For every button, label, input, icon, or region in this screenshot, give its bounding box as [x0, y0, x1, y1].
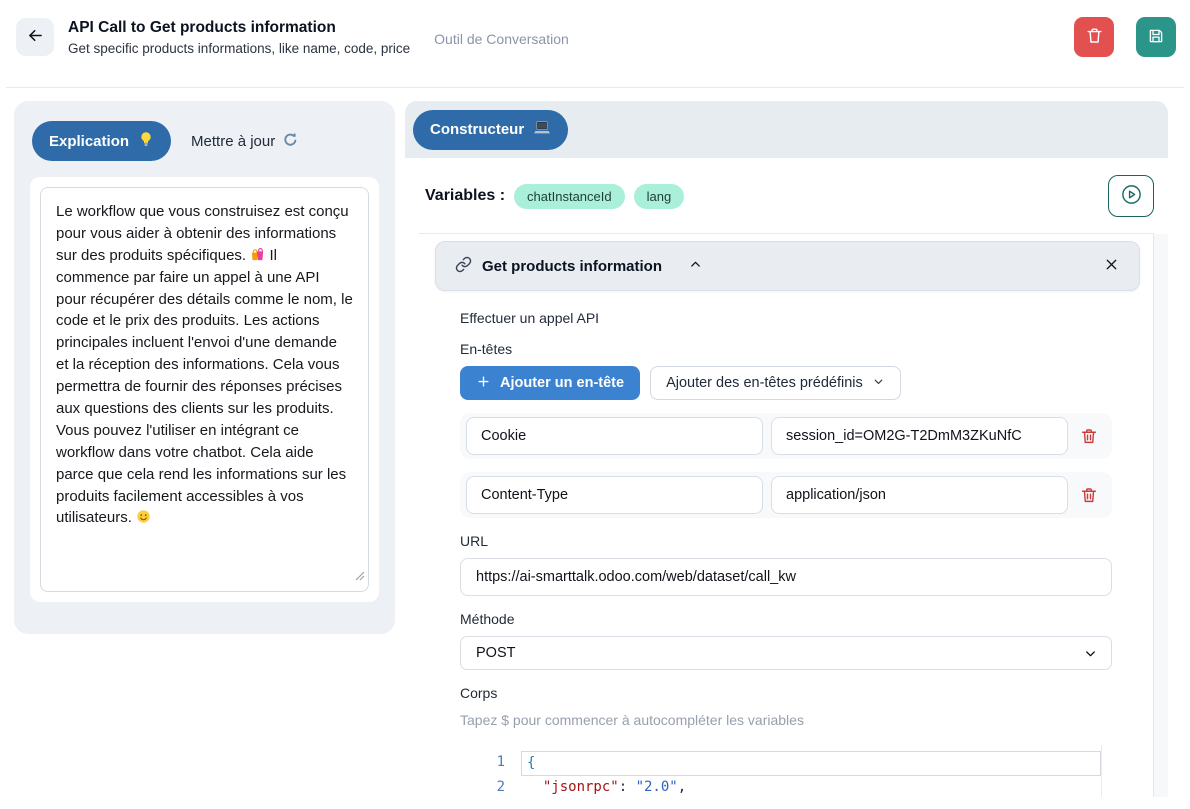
- run-workflow-button[interactable]: [1108, 175, 1154, 217]
- url-label: URL: [460, 533, 1112, 549]
- laptop-icon: [533, 119, 551, 141]
- refresh-icon: [282, 131, 299, 152]
- delete-tool-button[interactable]: [1074, 17, 1114, 57]
- explication-panel: Explication Mettre à jour Le workflow qu…: [14, 101, 395, 634]
- method-select[interactable]: POST: [460, 636, 1112, 670]
- update-link[interactable]: Mettre à jour: [191, 131, 299, 152]
- header-value-input[interactable]: [771, 476, 1068, 514]
- close-icon: [1103, 256, 1120, 276]
- page-subtitle: Get specific products informations, like…: [68, 41, 410, 56]
- title-block: API Call to Get products information Get…: [68, 19, 410, 56]
- header-row: [460, 472, 1112, 518]
- method-label: Méthode: [460, 611, 1112, 627]
- top-header: API Call to Get products information Get…: [16, 8, 1176, 66]
- chevron-down-icon: [872, 375, 885, 392]
- panel-scrollbar-track[interactable]: [1153, 234, 1168, 797]
- explanation-card: Le workflow que vous construisez est con…: [30, 177, 379, 602]
- collapse-button[interactable]: [688, 257, 703, 275]
- code-line: 1{: [460, 751, 1101, 776]
- trash-icon: [1085, 26, 1104, 48]
- code-line-content[interactable]: {: [521, 751, 1101, 776]
- line-number: 1: [460, 751, 505, 776]
- context-label: Outil de Conversation: [434, 27, 569, 47]
- headers-label: En-têtes: [460, 341, 1112, 357]
- variables-divider: [419, 233, 1154, 234]
- save-icon: [1147, 27, 1165, 48]
- add-predefined-headers-button[interactable]: Ajouter des en-têtes prédéfinis: [650, 366, 901, 400]
- tab-explication-label: Explication: [49, 133, 129, 150]
- page-title: API Call to Get products information: [68, 19, 410, 37]
- delete-header-button[interactable]: [1076, 486, 1102, 504]
- variables-list: chatInstanceId lang: [514, 184, 684, 209]
- header-value-input[interactable]: [771, 417, 1068, 455]
- delete-header-button[interactable]: [1076, 427, 1102, 445]
- block-title: Get products information: [482, 258, 662, 275]
- main-layout: Explication Mettre à jour Le workflow qu…: [0, 88, 1190, 797]
- line-number: 2: [460, 776, 505, 797]
- link-icon: [455, 256, 472, 276]
- body-hint: Tapez $ pour commencer à autocompléter l…: [460, 712, 1112, 728]
- code-line: 2 "jsonrpc": "2.0",: [460, 776, 1101, 797]
- variable-chip[interactable]: chatInstanceId: [514, 184, 625, 209]
- url-input[interactable]: [460, 558, 1112, 596]
- update-link-label: Mettre à jour: [191, 133, 275, 150]
- variable-chip[interactable]: lang: [634, 184, 685, 209]
- remove-block-button[interactable]: [1103, 256, 1120, 276]
- headers-buttons-row: Ajouter un en-tête Ajouter des en-têtes …: [460, 366, 1112, 400]
- back-button[interactable]: [16, 18, 54, 56]
- method-selected-value: POST: [476, 645, 515, 661]
- save-tool-button[interactable]: [1136, 17, 1176, 57]
- variables-row: Variables : chatInstanceId lang: [425, 170, 1154, 233]
- add-header-button-label: Ajouter un en-tête: [500, 375, 624, 391]
- arrow-left-icon: [26, 26, 45, 48]
- explanation-textarea[interactable]: Le workflow que vous construisez est con…: [40, 187, 369, 592]
- body-code-editor[interactable]: 1{2 "jsonrpc": "2.0",3 "method": "call",…: [460, 745, 1112, 797]
- headers-list: [460, 413, 1112, 518]
- chevron-up-icon: [688, 257, 703, 275]
- header-row: [460, 413, 1112, 459]
- tab-constructeur-label: Constructeur: [430, 121, 524, 138]
- header-name-input[interactable]: [466, 417, 763, 455]
- block-accordion-header[interactable]: Get products information: [435, 241, 1140, 291]
- block-content: Effectuer un appel API En-têtes Ajouter …: [460, 310, 1112, 797]
- block-description: Effectuer un appel API: [460, 310, 1112, 326]
- constructeur-panel: Constructeur Variables : chatInstanceId l…: [405, 101, 1168, 797]
- plus-icon: [476, 374, 491, 393]
- explanation-text: Le workflow que vous construisez est con…: [56, 203, 353, 526]
- variables-label: Variables :: [425, 187, 505, 205]
- tab-constructeur[interactable]: Constructeur: [413, 110, 568, 150]
- resize-handle[interactable]: [355, 566, 365, 588]
- code-line-content[interactable]: "jsonrpc": "2.0",: [521, 776, 1101, 797]
- header-name-input[interactable]: [466, 476, 763, 514]
- body-label: Corps: [460, 685, 1112, 701]
- explication-panel-header: Explication Mettre à jour: [14, 101, 395, 177]
- tab-explication[interactable]: Explication: [32, 121, 171, 161]
- add-predefined-headers-label: Ajouter des en-têtes prédéfinis: [666, 375, 863, 391]
- lightbulb-icon: [138, 131, 154, 151]
- constructeur-body: Variables : chatInstanceId lang Get produ…: [405, 158, 1168, 797]
- editor-scrollbar[interactable]: [1101, 745, 1112, 797]
- constructeur-panel-header: Constructeur: [405, 101, 1168, 158]
- play-circle-icon: [1120, 183, 1143, 209]
- add-header-button[interactable]: Ajouter un en-tête: [460, 366, 640, 400]
